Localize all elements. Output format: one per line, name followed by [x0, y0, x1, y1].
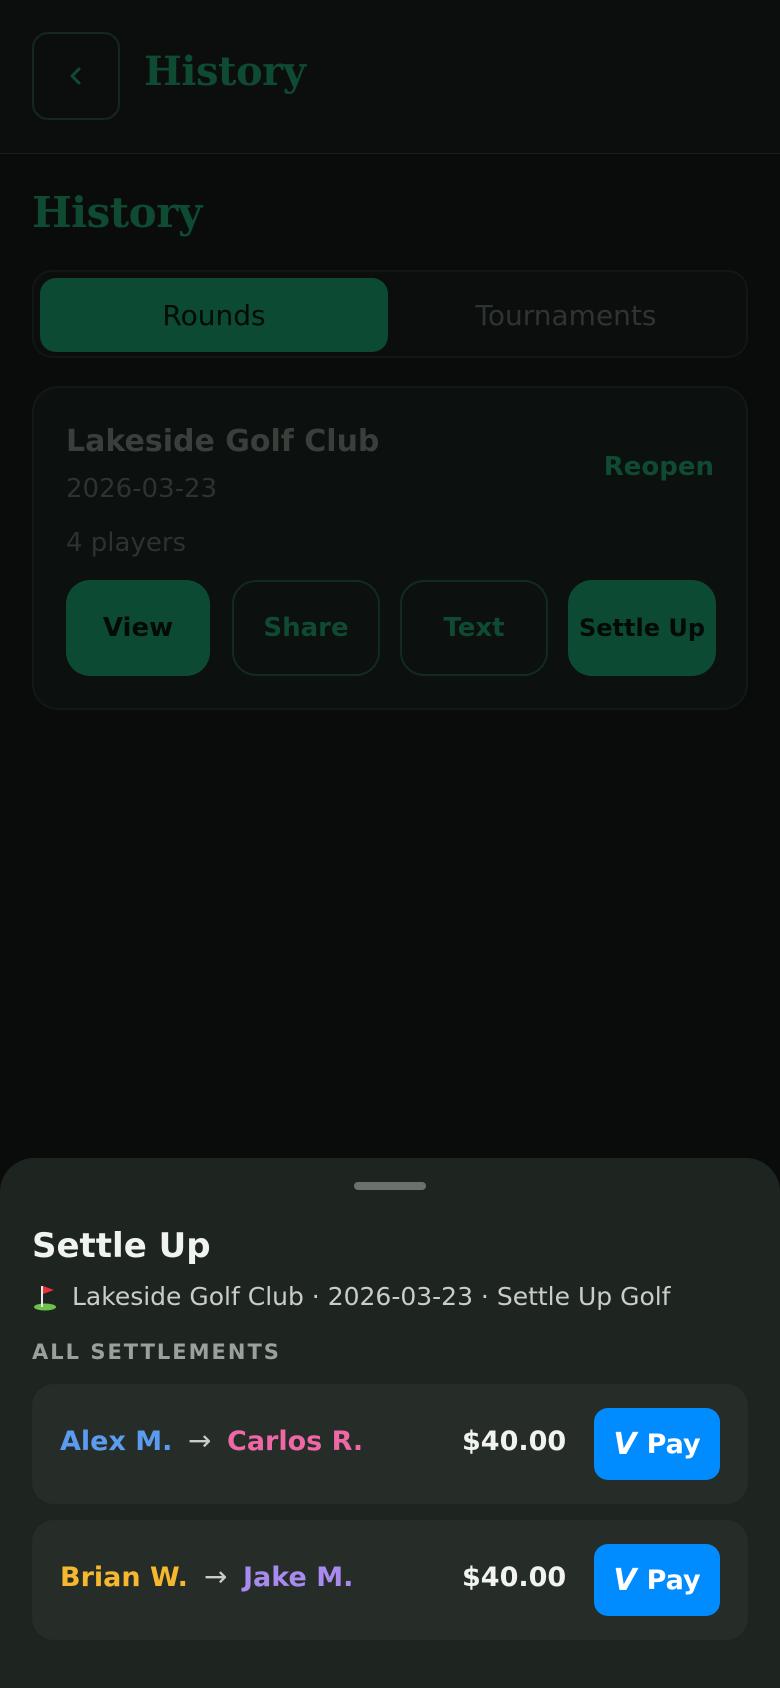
settlement-payer: Brian W.	[60, 1562, 188, 1593]
tab-tournaments[interactable]: Tournaments	[392, 278, 740, 352]
header-title: History	[144, 48, 306, 95]
venmo-icon: V	[613, 1426, 637, 1462]
pay-label: Pay	[646, 1428, 701, 1460]
sheet-subtitle: Lakeside Golf Club · 2026-03-23 · Settle…	[32, 1282, 671, 1311]
history-tabs: Rounds Tournaments	[32, 270, 748, 358]
settlement-payee: Jake M.	[243, 1562, 354, 1593]
chevron-left-icon	[70, 67, 81, 85]
arrow-right-icon: →	[188, 1424, 212, 1457]
settlement-row: Alex M. → Carlos R. $40.00 V Pay	[32, 1384, 748, 1504]
round-player-count: 4 players	[66, 528, 187, 558]
text-button[interactable]: Text	[400, 580, 548, 676]
tab-rounds[interactable]: Rounds	[40, 278, 388, 352]
settlement-payee: Carlos R.	[227, 1426, 364, 1457]
share-button[interactable]: Share	[232, 580, 380, 676]
round-course-name: Lakeside Golf Club	[66, 424, 380, 459]
page-title: History	[32, 188, 202, 237]
settlement-payer: Alex M.	[60, 1426, 173, 1457]
section-label: ALL SETTLEMENTS	[32, 1340, 281, 1364]
venmo-pay-button[interactable]: V Pay	[594, 1544, 720, 1616]
arrow-right-icon: →	[204, 1560, 228, 1593]
settlement-amount: $40.00	[462, 1562, 567, 1593]
golf-flag-icon	[32, 1283, 60, 1311]
round-date: 2026-03-23	[66, 474, 218, 504]
sheet-title: Settle Up	[32, 1226, 211, 1266]
settle-up-sheet: Settle Up Lakeside Golf Club · 2026-03-2…	[0, 1158, 780, 1688]
settlement-row: Brian W. → Jake M. $40.00 V Pay	[32, 1520, 748, 1640]
pay-label: Pay	[646, 1564, 701, 1596]
sheet-drag-handle[interactable]	[354, 1182, 426, 1190]
sheet-subtitle-text: Lakeside Golf Club · 2026-03-23 · Settle…	[72, 1282, 671, 1311]
settlement-amount: $40.00	[462, 1426, 567, 1457]
venmo-icon: V	[613, 1562, 637, 1598]
top-app-bar: History	[0, 0, 780, 154]
back-button[interactable]	[32, 32, 120, 120]
reopen-link[interactable]: Reopen	[604, 452, 714, 482]
settle-up-button[interactable]: Settle Up	[568, 580, 716, 676]
venmo-pay-button[interactable]: V Pay	[594, 1408, 720, 1480]
round-card[interactable]: Lakeside Golf Club 2026-03-23 4 players …	[32, 386, 748, 710]
view-button[interactable]: View	[66, 580, 210, 676]
